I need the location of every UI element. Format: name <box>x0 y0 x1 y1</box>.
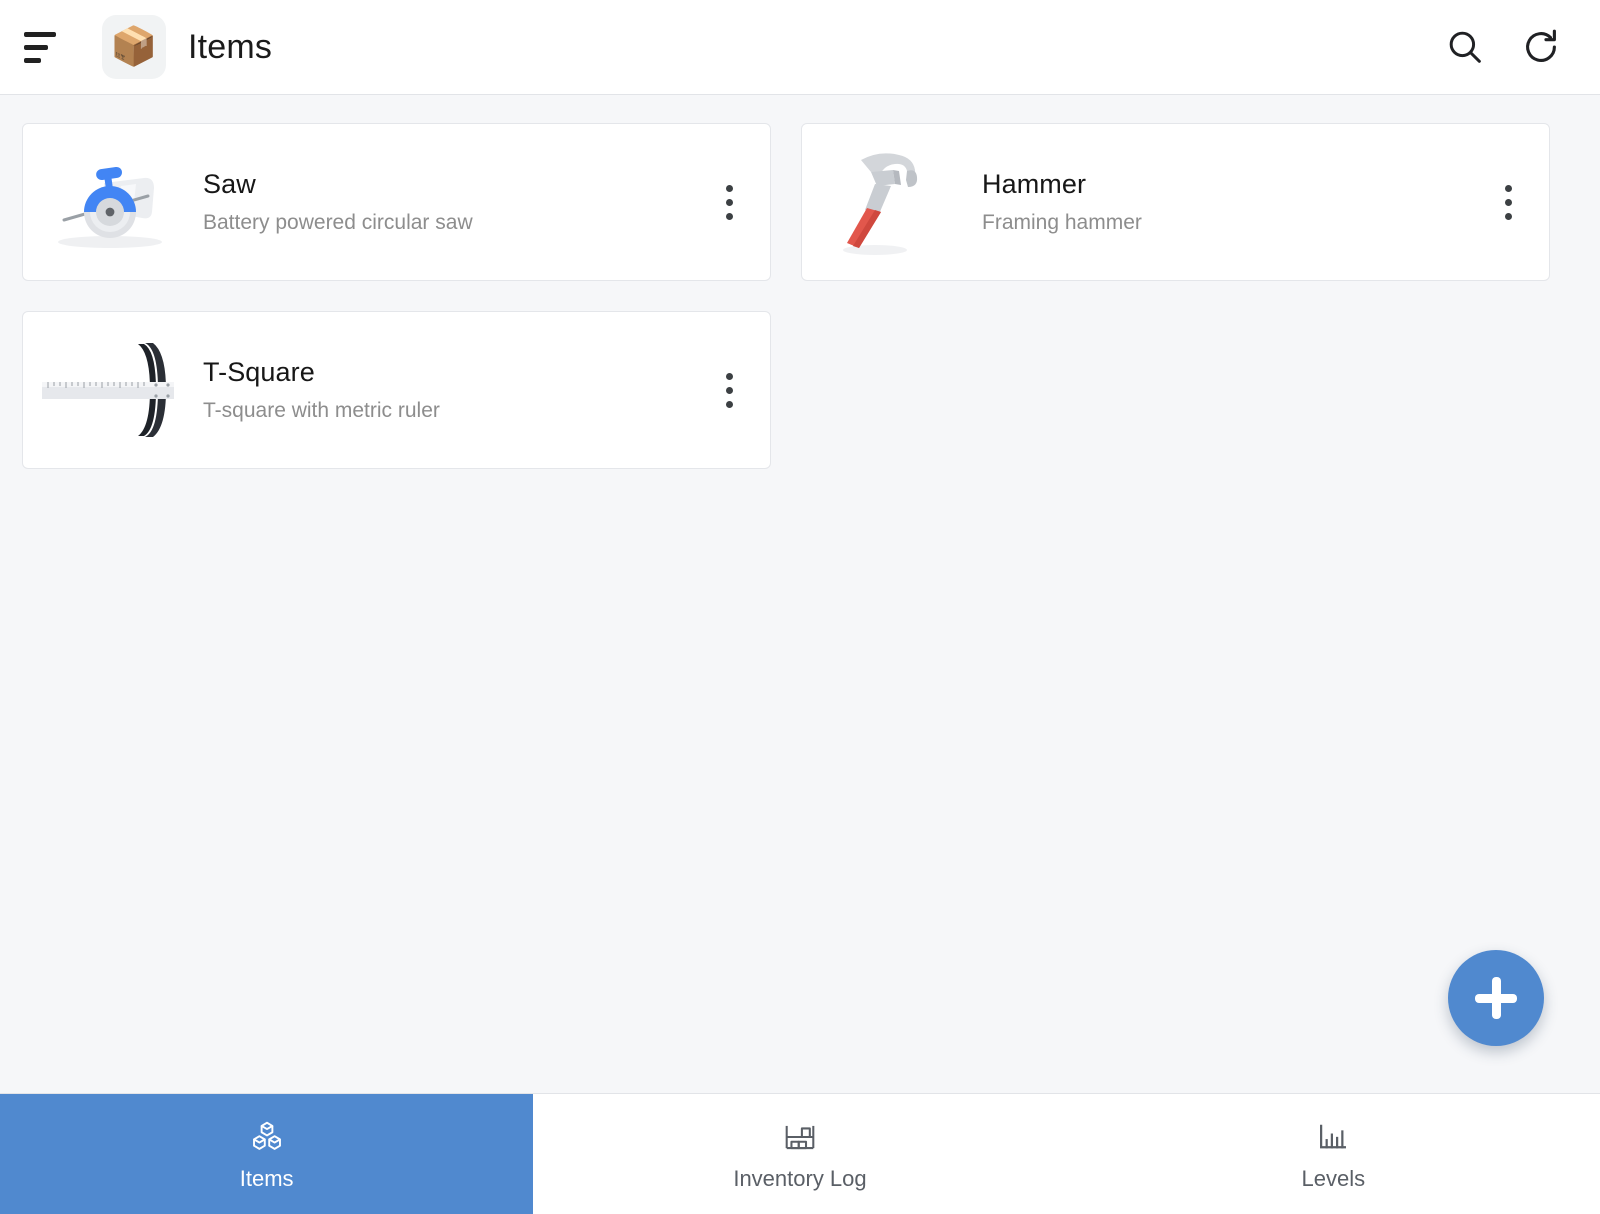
search-icon[interactable] <box>1434 16 1496 78</box>
item-description: Framing hammer <box>982 210 1142 234</box>
dot-2 <box>1504 198 1512 206</box>
page-title: Items <box>188 27 273 66</box>
circular-saw-icon <box>35 142 185 262</box>
item-card[interactable]: Hammer Framing hammer <box>801 123 1550 281</box>
package-glyph: 📦 <box>110 26 158 68</box>
bottom-navigation: Items Inventory Log Levels <box>0 1093 1600 1214</box>
claw-hammer-icon <box>814 142 964 262</box>
plus-icon-vertical <box>1491 977 1501 1019</box>
nav-tab-items[interactable]: Items <box>0 1094 534 1214</box>
add-item-button[interactable] <box>1448 950 1544 1046</box>
dot-1 <box>725 184 733 192</box>
dot-2 <box>725 386 733 394</box>
item-overflow-menu-button[interactable] <box>1485 174 1531 230</box>
menu-line-1 <box>24 31 56 37</box>
nav-tab-items-label: Items <box>239 1166 294 1191</box>
item-overflow-menu-button[interactable] <box>706 174 752 230</box>
app-root: 📦 Items Saw Battery powered circular saw… <box>0 0 1600 1214</box>
items-grid: Saw Battery powered circular saw Hammer … <box>22 123 1578 469</box>
cubes-icon <box>248 1118 286 1156</box>
item-card[interactable]: Saw Battery powered circular saw <box>22 123 771 281</box>
items-content: Saw Battery powered circular saw Hammer … <box>0 95 1600 1093</box>
nav-tab-levels[interactable]: Levels <box>1067 1094 1600 1214</box>
package-icon: 📦 <box>102 15 166 79</box>
dot-3 <box>725 212 733 220</box>
shelves-icon <box>781 1118 819 1156</box>
nav-tab-inventory-log[interactable]: Inventory Log <box>533 1094 1066 1214</box>
refresh-icon[interactable] <box>1510 16 1572 78</box>
item-text: Hammer Framing hammer <box>982 169 1485 235</box>
item-text: Saw Battery powered circular saw <box>203 169 706 235</box>
menu-line-2 <box>24 44 48 50</box>
item-description: T-square with metric ruler <box>203 398 440 422</box>
t-square-icon <box>35 330 185 450</box>
item-overflow-menu-button[interactable] <box>706 362 752 418</box>
item-card[interactable]: T-Square T-square with metric ruler <box>22 311 771 469</box>
dot-3 <box>1504 212 1512 220</box>
item-title: Hammer <box>982 168 1087 199</box>
menu-sort-icon[interactable] <box>18 19 74 75</box>
item-text: T-Square T-square with metric ruler <box>203 357 706 423</box>
nav-tab-inventory-log-label: Inventory Log <box>733 1166 867 1191</box>
item-description: Battery powered circular saw <box>203 210 473 234</box>
dot-1 <box>725 372 733 380</box>
menu-line-3 <box>24 57 41 63</box>
item-title: T-Square <box>203 356 315 387</box>
dot-1 <box>1504 184 1512 192</box>
dot-2 <box>725 198 733 206</box>
bar-chart-icon <box>1314 1118 1352 1156</box>
item-title: Saw <box>203 168 256 199</box>
app-bar: 📦 Items <box>0 0 1600 95</box>
nav-tab-levels-label: Levels <box>1301 1166 1366 1191</box>
dot-3 <box>725 400 733 408</box>
